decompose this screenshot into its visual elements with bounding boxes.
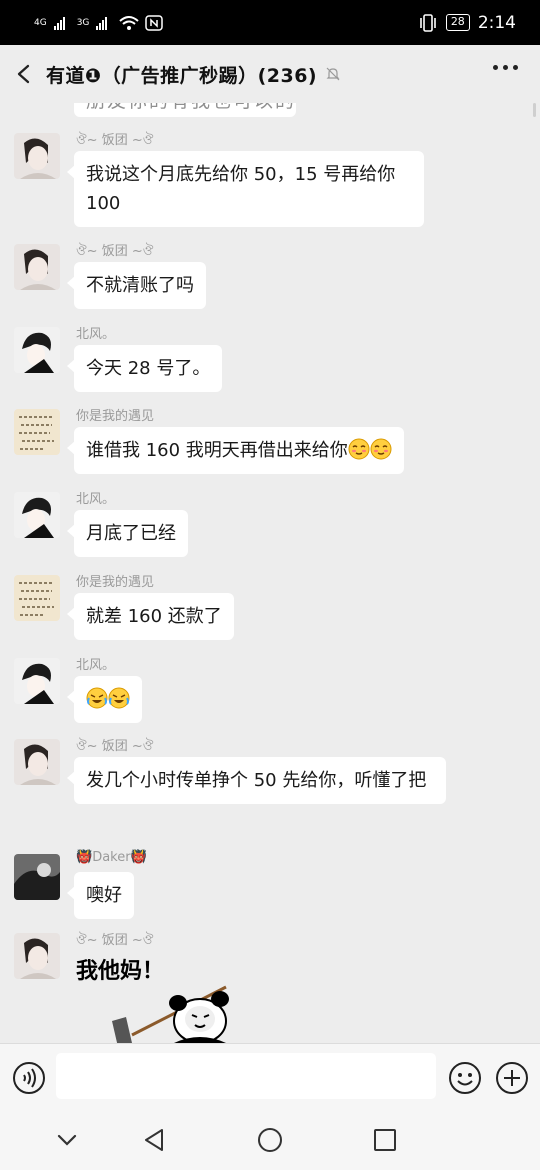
nav-recents-icon[interactable]: [370, 1125, 400, 1155]
message-bubble[interactable]: 就差 160 还款了: [67, 593, 234, 640]
avatar-fantuan[interactable]: [14, 244, 60, 290]
message-text: 谁借我 160 我明天再借出来给你: [86, 440, 348, 461]
laugh-cry-emoji-icon: [86, 687, 108, 709]
network-label-2: 3G: [76, 17, 90, 28]
hide-keyboard-chevron-icon[interactable]: [52, 1125, 82, 1155]
more-options-icon[interactable]: [493, 65, 518, 70]
message-bubble[interactable]: 我说这个月底先给你 50，15 号再给你 100: [67, 151, 424, 227]
back-arrow-icon[interactable]: [14, 63, 36, 85]
status-bar: 4G 3G 28 2:14: [0, 0, 540, 45]
sender-name: ঔ~ 饭团 ~ঔ: [76, 244, 154, 259]
partial-message-bubble: 朋友你的有我也可以的: [74, 103, 296, 117]
clock: 2:14: [477, 12, 516, 33]
nfc-icon: [145, 14, 164, 31]
message-input[interactable]: [56, 1053, 436, 1099]
avatar-yujian[interactable]: [14, 409, 60, 455]
message-bubble[interactable]: [67, 676, 142, 723]
sender-name: 北风。: [76, 327, 116, 342]
sender-name: 👹Daker👹: [76, 850, 147, 865]
signal-group: 4G 3G: [34, 14, 164, 31]
battery-indicator: 28: [445, 14, 470, 31]
sender-name: 你是我的遇见: [76, 409, 155, 424]
nav-home-icon[interactable]: [255, 1125, 285, 1155]
shy-smile-emoji-icon: [370, 438, 392, 460]
avatar-beifeng[interactable]: [14, 327, 60, 373]
network-label-1: 4G: [34, 17, 47, 28]
message-text: 不就清账了吗: [86, 275, 194, 296]
message-bubble[interactable]: 今天 28 号了。: [66, 345, 223, 392]
status-right: 28 2:14: [418, 13, 516, 33]
laugh-cry-emoji-icon: [108, 687, 130, 709]
chat-header: 有道❶（广告推广秒踢）(236): [0, 45, 540, 103]
sender-name: 北风。: [76, 492, 116, 507]
message-bubble[interactable]: 发几个小时传单挣个 50 先给你，听懂了把: [67, 757, 446, 804]
panda-axe-image: [112, 985, 229, 1043]
scrollbar[interactable]: [533, 103, 536, 117]
message-list[interactable]: 朋友你的有我也可以的 ঔ~ 饭团 ~ঔ 我说这个月底先给你 50，15 号再给你…: [0, 103, 540, 1043]
input-bar: [0, 1043, 540, 1109]
sender-name: ঔ~ 饭团 ~ঔ: [76, 933, 154, 948]
signal-icon-2: [96, 16, 108, 30]
message-text: 我说这个月底先给你 50，15 号再给你 100: [86, 164, 396, 214]
message-bubble[interactable]: 不就清账了吗: [67, 262, 206, 309]
message-text: 就差 160 还款了: [86, 606, 222, 627]
message-bubble[interactable]: 噢好: [67, 872, 134, 919]
sender-name: 北风。: [76, 658, 116, 673]
emoji-picker-icon[interactable]: [448, 1061, 482, 1095]
chat-title: 有道❶（广告推广秒踢）(236): [46, 64, 318, 87]
avatar-beifeng[interactable]: [14, 492, 60, 538]
message-text: 今天 28 号了。: [86, 358, 211, 379]
nav-back-icon[interactable]: [140, 1125, 170, 1155]
message-bubble[interactable]: 月底了已经: [67, 510, 188, 557]
wifi-icon: [119, 15, 140, 30]
sender-name: ঔ~ 饭团 ~ঔ: [76, 133, 154, 148]
message-text: 月底了已经: [86, 523, 176, 544]
more-actions-plus-icon[interactable]: [495, 1061, 529, 1095]
vibrate-icon: [420, 13, 436, 32]
system-nav-bar: [0, 1109, 540, 1170]
partial-message-text: 朋友你的有我也可以的: [86, 103, 296, 113]
avatar-yujian[interactable]: [14, 575, 60, 621]
avatar-fantuan[interactable]: [14, 933, 60, 979]
mute-bell-icon: [326, 67, 340, 81]
avatar-fantuan[interactable]: [14, 133, 60, 179]
voice-input-icon[interactable]: [12, 1061, 46, 1095]
sender-name: ঔ~ 饭团 ~ঔ: [76, 739, 154, 754]
signal-icon: [53, 16, 65, 30]
avatar-daker[interactable]: [14, 854, 60, 900]
avatar-fantuan[interactable]: [14, 739, 60, 785]
panda-meme-sticker[interactable]: 我他妈！: [74, 951, 254, 1043]
message-text: 噢好: [86, 885, 122, 906]
avatar-beifeng[interactable]: [14, 658, 60, 704]
message-text: 发几个小时传单挣个 50 先给你，听懂了把: [86, 770, 427, 791]
sender-name: 你是我的遇见: [76, 575, 155, 590]
shy-smile-emoji-icon: [348, 438, 370, 460]
message-bubble[interactable]: 谁借我 160 我明天再借出来给你: [67, 427, 404, 474]
